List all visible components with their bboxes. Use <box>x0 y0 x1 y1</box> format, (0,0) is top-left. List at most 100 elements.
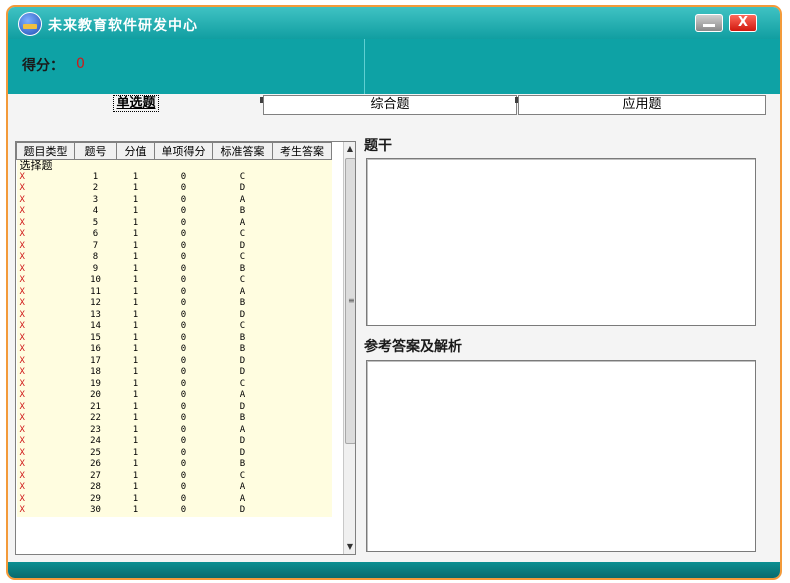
table-row[interactable]: X810C <box>16 252 332 264</box>
column-header[interactable]: 单项得分 <box>154 142 213 160</box>
table-row[interactable]: X 27 1 0 C <box>16 470 332 482</box>
table-row[interactable]: X 24 1 0 D <box>16 436 332 448</box>
column-header[interactable]: 题号 <box>74 142 117 160</box>
table-cell <box>272 447 332 459</box>
table-cell: X <box>16 482 75 494</box>
answer-analysis-label: 参考答案及解析 <box>364 339 462 355</box>
scroll-thumb[interactable]: ≡ <box>345 158 355 444</box>
table-row[interactable]: X 21 1 0 D <box>16 401 332 413</box>
table-cell: D <box>212 401 273 413</box>
table-row[interactable]: X410B <box>16 206 332 218</box>
table-row[interactable]: X 20 1 0 A <box>16 390 332 402</box>
table-cell: 0 <box>154 206 213 218</box>
table-row[interactable]: X610C <box>16 229 332 241</box>
table-cell: 13 <box>74 309 117 321</box>
table-cell: X <box>16 298 75 310</box>
table-cell: 0 <box>154 505 213 517</box>
table-row[interactable]: X210D <box>16 183 332 195</box>
table-cell: 1 <box>116 309 155 321</box>
table-cell: 10 <box>74 275 117 287</box>
table-cell: 8 <box>74 252 117 264</box>
column-header[interactable]: 考生答案 <box>272 142 332 160</box>
table-row[interactable]: X 17 1 0 D <box>16 355 332 367</box>
table-row[interactable]: X 22 1 0 B <box>16 413 332 425</box>
table-cell <box>272 470 332 482</box>
table-row[interactable]: X 18 1 0 D <box>16 367 332 379</box>
table-cell: X <box>16 344 75 356</box>
table-cell: X <box>16 217 75 229</box>
table-cell: 17 <box>74 355 117 367</box>
table-row[interactable]: X 10 1 0 C <box>16 275 332 287</box>
answer-analysis-box[interactable] <box>366 360 756 552</box>
table-cell <box>272 424 332 436</box>
table-cell: X <box>16 505 75 517</box>
table-cell: C <box>212 470 273 482</box>
table-cell: 1 <box>116 470 155 482</box>
table-cell: B <box>212 298 273 310</box>
table-cell: X <box>16 263 75 275</box>
table-cell: C <box>212 378 273 390</box>
table-cell: 1 <box>116 413 155 425</box>
table-cell: 29 <box>74 493 117 505</box>
table-cell: X <box>16 332 75 344</box>
table-row[interactable]: X 16 1 0 B <box>16 344 332 356</box>
table-row[interactable]: X 14 1 0 C <box>16 321 332 333</box>
table-cell: X <box>16 194 75 206</box>
table-cell <box>272 459 332 471</box>
table-row[interactable]: X 29 1 0 A <box>16 493 332 505</box>
table-cell: 0 <box>154 240 213 252</box>
table-row[interactable]: X510A <box>16 217 332 229</box>
question-type-tabs: 单选题 综合题 应用题 <box>12 95 766 115</box>
table-cell: 18 <box>74 367 117 379</box>
question-stem-box[interactable] <box>366 158 756 326</box>
table-row[interactable]: X 12 1 0 B <box>16 298 332 310</box>
table-row[interactable]: X 15 1 0 B <box>16 332 332 344</box>
table-cell: 1 <box>116 390 155 402</box>
close-button[interactable]: X <box>729 14 757 32</box>
table-cell: C <box>212 321 273 333</box>
table-row[interactable]: X 11 1 0 A <box>16 286 332 298</box>
column-header[interactable]: 题目类型 <box>16 142 75 160</box>
table-cell: C <box>212 229 273 241</box>
tab-application[interactable]: 应用题 <box>518 95 766 115</box>
tab-comprehensive[interactable]: 综合题 <box>263 95 517 115</box>
table-row[interactable]: X310A <box>16 194 332 206</box>
table-cell: 0 <box>154 229 213 241</box>
table-cell: X <box>16 459 75 471</box>
minimize-button[interactable] <box>695 14 723 32</box>
column-header[interactable]: 分值 <box>116 142 155 160</box>
grid-scrollbar[interactable]: ▲ ≡ ▼ <box>343 142 355 554</box>
table-cell: 1 <box>116 263 155 275</box>
table-cell: X <box>16 286 75 298</box>
column-header[interactable]: 标准答案 <box>212 142 273 160</box>
table-cell: 0 <box>154 321 213 333</box>
table-row[interactable]: X 26 1 0 B <box>16 459 332 471</box>
score-divider <box>364 39 365 94</box>
table-cell: 1 <box>74 171 117 183</box>
table-row[interactable]: X 19 1 0 C <box>16 378 332 390</box>
group-label: 选择题 <box>16 159 332 172</box>
table-row[interactable]: X 23 1 0 A <box>16 424 332 436</box>
table-row[interactable]: X 25 1 0 D <box>16 447 332 459</box>
table-row[interactable]: X710D <box>16 240 332 252</box>
table-cell: X <box>16 171 75 183</box>
results-grid[interactable]: 题目类型 题号 分值 单项得分 标准答案 考生答案 选择题 X110CX210D… <box>15 141 356 555</box>
table-row[interactable]: X 28 1 0 A <box>16 482 332 494</box>
table-cell: 0 <box>154 470 213 482</box>
table-cell: 20 <box>74 390 117 402</box>
table-row[interactable]: X910B <box>16 263 332 275</box>
table-cell: 1 <box>116 493 155 505</box>
table-cell: 0 <box>154 309 213 321</box>
table-row[interactable]: X 30 1 0 D <box>16 505 332 517</box>
table-cell: D <box>212 367 273 379</box>
table-row[interactable]: X 13 1 0 D <box>16 309 332 321</box>
table-row[interactable]: X110C <box>16 171 332 183</box>
table-cell: A <box>212 217 273 229</box>
scroll-up-icon[interactable]: ▲ <box>345 143 355 155</box>
table-cell: D <box>212 505 273 517</box>
table-cell: B <box>212 459 273 471</box>
title-bar[interactable]: 未来教育软件研发中心 X <box>8 7 780 39</box>
tab-single-choice[interactable]: 单选题 <box>12 95 260 113</box>
table-cell: 14 <box>74 321 117 333</box>
scroll-down-icon[interactable]: ▼ <box>345 541 355 553</box>
